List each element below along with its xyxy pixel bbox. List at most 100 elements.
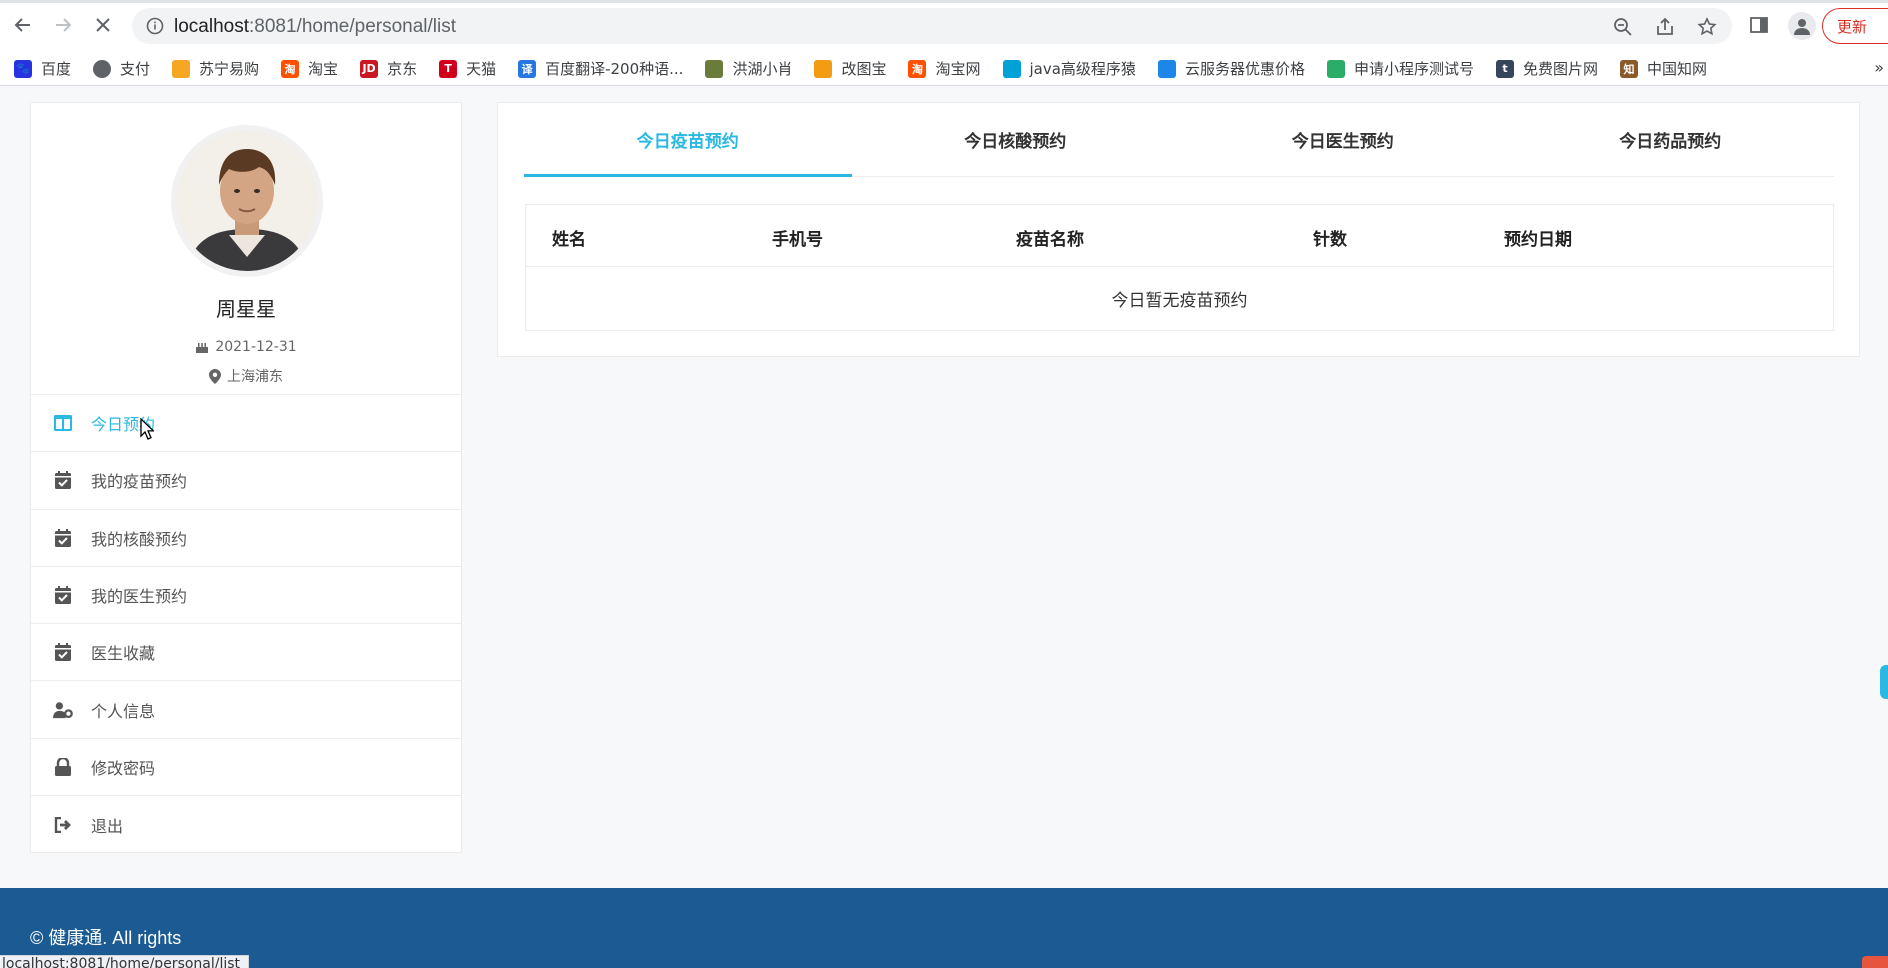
column-header-vaccine: 疫苗名称 bbox=[1016, 230, 1084, 250]
appointments-panel: 今日疫苗预约 今日核酸预约 今日医生预约 今日药品预约 姓名 手机号 疫苗名称 针数 … bbox=[497, 102, 1860, 357]
bookmark-item[interactable]: t 免费图片网 bbox=[1495, 58, 1598, 79]
page: 周星星 2021-12-31 上海浦东 今日预约我的疫苗预约 我的核酸预约我的医生… bbox=[0, 87, 1888, 968]
tmall-icon: T bbox=[439, 59, 458, 78]
column-header-phone: 手机号 bbox=[772, 230, 823, 250]
bookmark-item[interactable]: 译百度翻译-200种语... bbox=[518, 58, 683, 79]
sidebar-item-label: 我的核酸预约 bbox=[91, 529, 188, 549]
forward-button[interactable] bbox=[50, 12, 76, 38]
bookmark-item[interactable]: 申请小程序测试号 bbox=[1326, 58, 1474, 79]
update-label: 更新 bbox=[1837, 17, 1868, 36]
sidebar-item[interactable]: 修改密码 bbox=[31, 739, 461, 797]
bookmark-label: 中国知网 bbox=[1646, 60, 1707, 78]
gaitubao-icon bbox=[814, 59, 833, 78]
column-header-date: 预约日期 bbox=[1504, 230, 1572, 250]
bookmark-label: 苏宁易购 bbox=[199, 60, 260, 78]
bookmark-label: 改图宝 bbox=[841, 60, 887, 78]
map-marker-icon bbox=[209, 368, 221, 384]
globe-icon bbox=[93, 59, 112, 78]
bookmark-label: 支付 bbox=[120, 60, 151, 78]
profile-card: 周星星 2021-12-31 上海浦东 bbox=[31, 103, 461, 395]
mouse-cursor-icon bbox=[140, 418, 154, 440]
arrow-left-icon bbox=[14, 18, 30, 32]
address-bar[interactable]: localhost:8081/home/personal/list bbox=[132, 8, 1732, 44]
bookmark-item[interactable]: 洪湖小肖 bbox=[705, 58, 792, 79]
calendar-check-icon bbox=[53, 642, 73, 662]
calendar-check-icon bbox=[53, 528, 73, 548]
bookmark-label: 免费图片网 bbox=[1522, 60, 1598, 78]
bookmarks-overflow-icon[interactable]: » bbox=[1874, 58, 1884, 77]
sign-out-icon bbox=[53, 815, 73, 835]
url-text[interactable]: localhost:8081/home/personal/list bbox=[174, 16, 456, 38]
sidebar-item[interactable]: 我的核酸预约 bbox=[31, 510, 461, 567]
bookmark-item[interactable]: JD 京东 bbox=[360, 58, 417, 79]
user-sidebar: 周星星 2021-12-31 上海浦东 今日预约我的疫苗预约 我的核酸预约我的医生… bbox=[30, 102, 462, 853]
bookmark-label: 淘宝网 bbox=[935, 60, 981, 78]
bookmark-item[interactable]: 云服务器优惠价格 bbox=[1157, 58, 1305, 79]
baidu-icon: 🐾 bbox=[14, 59, 32, 78]
column-header-dose: 针数 bbox=[1313, 230, 1347, 250]
empty-state-text: 今日暂无疫苗预约 bbox=[1111, 290, 1248, 311]
browser-toolbar: localhost:8081/home/personal/list 更新 bbox=[0, 0, 1888, 52]
floating-side-tab[interactable] bbox=[1880, 665, 1888, 699]
bookmark-item[interactable]: 淘淘宝 bbox=[281, 58, 338, 79]
tab[interactable]: 今日医生预约 bbox=[1179, 103, 1507, 176]
tab[interactable]: 今日药品预约 bbox=[1507, 103, 1835, 176]
stop-loading-button[interactable] bbox=[90, 12, 116, 38]
lock-icon bbox=[53, 757, 73, 777]
jd-icon: JD bbox=[360, 59, 379, 78]
sidebar-item[interactable]: 我的医生预约 bbox=[31, 567, 461, 625]
sidebar-item[interactable]: 个人信息 bbox=[31, 681, 461, 739]
appointment-tabs: 今日疫苗预约 今日核酸预约 今日医生预约 今日药品预约 bbox=[524, 103, 1834, 177]
sidebar-item[interactable]: 医生收藏 bbox=[31, 624, 461, 682]
floating-corner-widget[interactable] bbox=[1862, 956, 1888, 968]
bookmark-item[interactable]: 🐾 百度 bbox=[14, 58, 71, 79]
baidu-translate-icon: 译 bbox=[518, 59, 537, 78]
bookmark-label: 淘宝 bbox=[308, 60, 339, 78]
side-panel-icon[interactable] bbox=[1748, 14, 1770, 36]
bookmark-item[interactable]: 支付 bbox=[93, 58, 150, 79]
bookmark-item[interactable]: 淘淘宝网 bbox=[908, 58, 981, 79]
bookmark-item[interactable]: T 天猫 bbox=[439, 58, 496, 79]
sidebar-item-label: 我的疫苗预约 bbox=[91, 472, 188, 492]
sidebar-item[interactable]: 我的疫苗预约 bbox=[31, 452, 461, 510]
back-button[interactable] bbox=[10, 12, 36, 38]
url-path: :8081/home/personal/list bbox=[249, 16, 457, 37]
profile-birthday: 2021-12-31 bbox=[31, 339, 461, 355]
calendar-check-icon bbox=[53, 470, 73, 490]
location-text: 上海浦东 bbox=[227, 369, 283, 385]
taobao-net-icon: 淘 bbox=[908, 59, 927, 78]
zoom-icon[interactable] bbox=[1612, 16, 1634, 38]
hongcaishi-icon bbox=[705, 59, 724, 78]
sidebar-item[interactable]: 今日预约 bbox=[31, 395, 461, 453]
cnki-icon: 知 bbox=[1619, 59, 1638, 78]
tab[interactable]: 今日核酸预约 bbox=[852, 103, 1180, 176]
copyright-text: © 健康通. All rights bbox=[30, 928, 182, 948]
arrow-right-icon bbox=[56, 18, 72, 32]
bookmark-label: 京东 bbox=[387, 60, 418, 78]
avatar bbox=[171, 125, 323, 277]
sidebar-item-label: 退出 bbox=[91, 816, 124, 836]
columns-icon bbox=[53, 413, 73, 433]
birthday-text: 2021-12-31 bbox=[215, 339, 297, 355]
bilibili-icon bbox=[1002, 59, 1021, 78]
share-icon[interactable] bbox=[1654, 16, 1676, 38]
bookmark-label: 洪湖小肖 bbox=[732, 60, 793, 78]
profile-avatar-icon[interactable] bbox=[1788, 12, 1816, 40]
browser-update-button[interactable]: 更新 bbox=[1822, 8, 1888, 44]
sidebar-menu: 今日预约我的疫苗预约 我的核酸预约我的医生预约医生收藏个人信息 修改密码退出 bbox=[31, 395, 461, 853]
bookmark-label: 百度 bbox=[41, 60, 72, 78]
bookmark-label: 天猫 bbox=[466, 60, 497, 78]
bookmark-star-icon[interactable] bbox=[1696, 16, 1718, 38]
sidebar-item[interactable]: 退出 bbox=[31, 796, 461, 853]
url-host: localhost bbox=[174, 16, 249, 37]
user-gear-icon bbox=[53, 700, 73, 720]
sidebar-item-label: 医生收藏 bbox=[91, 644, 156, 664]
site-info-icon[interactable] bbox=[146, 17, 164, 39]
tab[interactable]: 今日疫苗预约 bbox=[524, 103, 852, 177]
bookmark-item[interactable]: 苏宁易购 bbox=[172, 58, 259, 79]
profile-name: 周星星 bbox=[216, 297, 276, 321]
tumblr-icon: t bbox=[1495, 59, 1514, 78]
bookmark-item[interactable]: 改图宝 bbox=[814, 58, 886, 79]
bookmark-item[interactable]: 知中国知网 bbox=[1619, 58, 1707, 79]
bookmark-item[interactable]: java高级程序猿 bbox=[1002, 58, 1136, 79]
